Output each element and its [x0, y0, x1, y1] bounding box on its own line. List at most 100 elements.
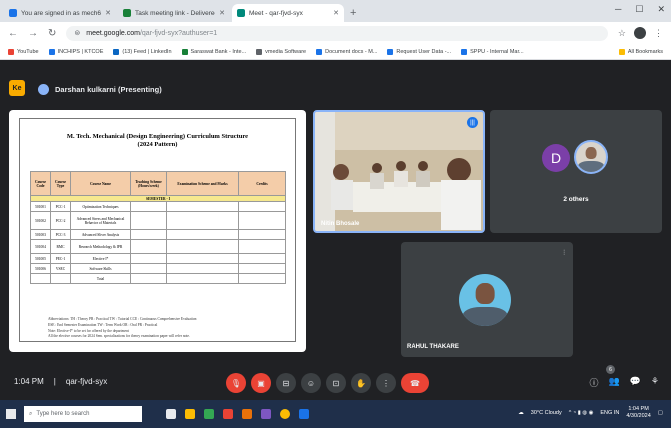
taskbar-search[interactable]: ⌕ Type here to search [24, 406, 142, 422]
browser-toolbar: ← → ↻ ⊜ meet.google.com/qar-fjvd-syx?aut… [0, 22, 671, 44]
folder-icon [618, 48, 625, 55]
close-icon[interactable]: ✕ [219, 9, 225, 17]
more-icon: ⋮ [382, 378, 390, 388]
tab-title: You are signed in as mech61 [21, 9, 102, 17]
curriculum-table: Course Code Course Type Course Name Teac… [30, 171, 286, 284]
chat-icon[interactable]: 💬 [630, 376, 641, 389]
profile-avatar[interactable] [634, 27, 646, 39]
bookmark-icon [113, 48, 120, 55]
menu-icon[interactable]: ⋮ [654, 28, 663, 39]
activities-icon[interactable]: ⚘ [651, 376, 659, 389]
close-icon[interactable]: ✕ [105, 9, 111, 17]
side-controls: ⓘ 👥 💬 ⚘ [589, 376, 659, 389]
close-window-icon[interactable]: ✕ [657, 4, 665, 15]
captions-button[interactable]: ⊟ [276, 373, 296, 393]
new-tab-icon[interactable]: + [350, 7, 356, 19]
maximize-icon[interactable]: ☐ [635, 4, 643, 15]
task-view-icon[interactable] [166, 409, 176, 419]
app-icon[interactable] [223, 409, 233, 419]
speaking-indicator-icon: ||| [467, 117, 478, 128]
address-bar[interactable]: ⊜ meet.google.com/qar-fjvd-syx?authuser=… [66, 25, 608, 41]
bookmark-icon [181, 48, 188, 55]
search-icon: ⌕ [29, 410, 33, 417]
mic-toggle-button[interactable]: 🎙 [226, 373, 246, 393]
language-indicator[interactable]: ENG IN [600, 410, 619, 416]
browser-tab-1[interactable]: You are signed in as mech61 ✕ [4, 4, 116, 22]
minimize-icon[interactable]: ─ [615, 4, 621, 15]
participant-name: Nitin Bhosale [321, 221, 360, 227]
forward-icon[interactable]: → [28, 28, 38, 39]
tab-favicon [9, 9, 17, 17]
present-button[interactable]: ⊡ [326, 373, 346, 393]
system-tray: ☁ 30°C Cloudy ^ ◔ ▮ ◍ ◉ ENG IN 1:04 PM 4… [518, 406, 663, 419]
app-icon[interactable] [242, 409, 252, 419]
windows-taskbar: ⌕ Type here to search ☁ 30°C Cloudy ^ ◔ … [0, 400, 671, 428]
presentation-tile[interactable]: M. Tech. Mechanical (Design Engineering)… [9, 110, 306, 352]
table-row: 501006 VSEC Software Skills [30, 263, 286, 274]
table-header: Examination Scheme and Marks [166, 171, 239, 196]
info-icon[interactable]: ⓘ [589, 376, 598, 389]
browser-tab-3[interactable]: Meet - qar-fjvd-syx ✕ [232, 4, 344, 22]
reload-icon[interactable]: ↻ [48, 28, 56, 39]
meet-control-bar: 1:04 PM | qar-fjvd-syx 🎙 ▣ ⊟ ☺ ⊡ ✋ ⋮ ☎ 6… [0, 365, 671, 400]
table-row: 501002 PCC-2 Advanced Stress and Mechanica… [30, 211, 286, 230]
meeting-info: 1:04 PM | qar-fjvd-syx [14, 377, 108, 386]
meeting-time: 1:04 PM [14, 377, 44, 386]
app-icon[interactable] [261, 409, 271, 419]
more-options-button[interactable]: ⋮ [376, 373, 396, 393]
bookmark-item[interactable]: Request User Data -... [387, 48, 451, 55]
bookmark-item[interactable]: vmedia Software [256, 48, 306, 55]
site-info-icon[interactable]: ⊜ [74, 29, 80, 37]
tray-icons[interactable]: ^ ◔ ▮ ◍ ◉ [569, 410, 594, 416]
bookmarks-bar: YouTube INCHIPS | KTCOE (13) Feed | Link… [0, 44, 671, 60]
taskbar-clock[interactable]: 1:04 PM 4/30/2024 [626, 406, 650, 419]
table-row: 501004 RMC Research Methodology & IPR [30, 239, 286, 254]
app-icon[interactable] [299, 409, 309, 419]
meet-stage: Ke Darshan kulkarni (Presenting) M. Tech… [0, 60, 671, 400]
chrome-icon[interactable] [280, 409, 290, 419]
participant-tile[interactable]: ⫶ RAHUL THAKARE [401, 242, 573, 357]
reactions-button[interactable]: ☺ [301, 373, 321, 393]
app-icon[interactable] [204, 409, 214, 419]
bookmark-item[interactable]: Saraswat Bank - Inte... [181, 48, 246, 55]
tab-favicon [123, 9, 131, 17]
avatar [459, 274, 511, 326]
back-icon[interactable]: ← [8, 28, 18, 39]
taskbar-apps [166, 409, 309, 419]
weather-icon[interactable]: ☁ [518, 410, 524, 416]
camera-toggle-button[interactable]: ▣ [251, 373, 271, 393]
call-controls: 🎙 ▣ ⊟ ☺ ⊡ ✋ ⋮ ☎ [226, 373, 429, 393]
windows-start-icon[interactable] [6, 409, 16, 419]
url-path: /qar-fjvd-syx?authuser=1 [139, 29, 218, 37]
weather-text[interactable]: 30°C Cloudy [531, 410, 562, 416]
bookmark-icon [316, 48, 323, 55]
meeting-badge[interactable]: Ke [9, 80, 25, 96]
bookmark-star-icon[interactable]: ☆ [618, 28, 626, 39]
close-icon[interactable]: ✕ [333, 9, 339, 17]
table-header: Credits [238, 171, 286, 196]
browser-tab-2[interactable]: Task meeting link - Delivered ✕ [118, 4, 230, 22]
raise-hand-button[interactable]: ✋ [351, 373, 371, 393]
camera-tile[interactable]: ||| Nitin Bhosale [313, 110, 485, 233]
presenter-label: Darshan kulkarni (Presenting) [38, 81, 162, 97]
others-tile[interactable]: D 2 others [490, 110, 662, 233]
avatar-body [578, 161, 604, 172]
meeting-code[interactable]: qar-fjvd-syx [66, 377, 107, 386]
file-explorer-icon[interactable] [185, 409, 195, 419]
bookmark-item[interactable]: INCHIPS | KTCOE [48, 48, 103, 55]
avatar: D [542, 144, 570, 172]
mic-off-icon: ⫶ [563, 250, 565, 257]
all-bookmarks[interactable]: All Bookmarks [618, 48, 663, 55]
bookmark-item[interactable]: SPPU - Internal Mar... [461, 48, 524, 55]
bookmark-icon [48, 48, 55, 55]
notification-icon[interactable]: ▢ [658, 410, 663, 416]
people-icon[interactable]: 👥 [608, 376, 619, 389]
leave-call-button[interactable]: ☎ [401, 373, 429, 393]
bookmark-item[interactable]: YouTube [8, 48, 39, 55]
bookmark-item[interactable]: Document docs - M... [316, 48, 377, 55]
table-header: Course Type [50, 171, 71, 196]
bookmark-item[interactable]: (13) Feed | LinkedIn [113, 48, 172, 55]
table-header: Course Name [70, 171, 131, 196]
present-icon: ⊡ [332, 378, 340, 388]
tab-favicon [237, 9, 245, 17]
